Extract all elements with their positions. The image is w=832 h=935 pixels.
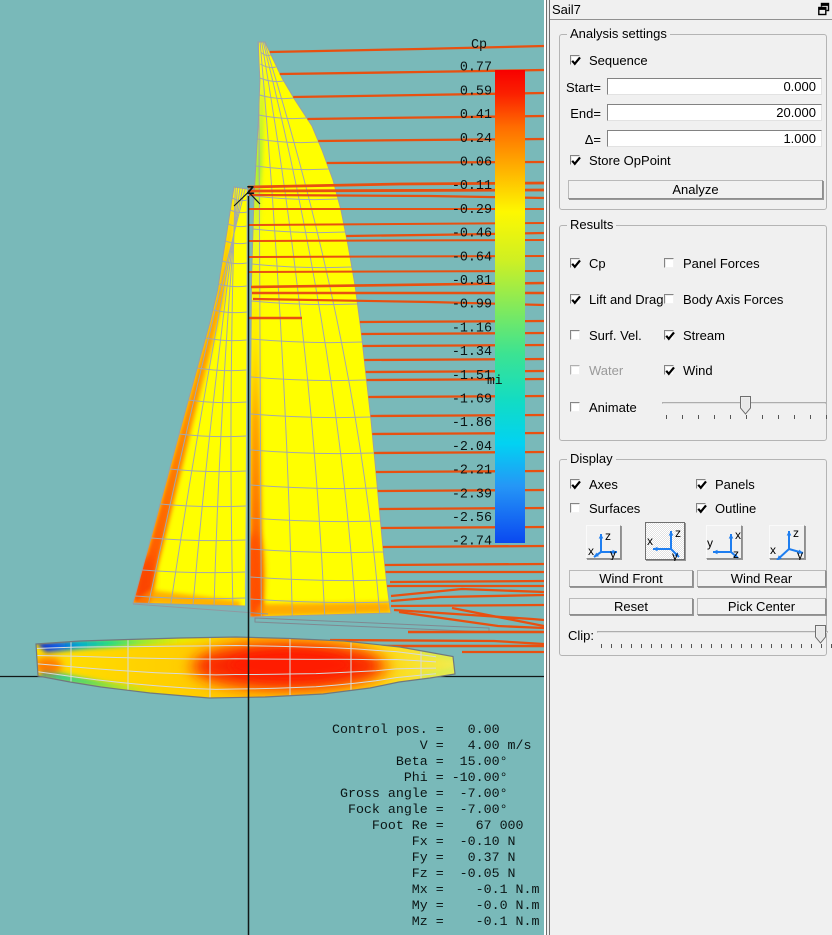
svg-text:y: y: [610, 547, 616, 560]
svg-text:-1.69: -1.69: [452, 393, 492, 408]
svg-text:-1.51: -1.51: [452, 369, 492, 384]
svg-text:-1.16: -1.16: [452, 321, 492, 336]
svg-text:-0.81: -0.81: [452, 274, 492, 289]
svg-text:x: x: [735, 528, 741, 542]
svg-text:0.59: 0.59: [460, 84, 492, 99]
svg-text:-1.34: -1.34: [452, 345, 492, 360]
svg-text:0.77: 0.77: [460, 61, 492, 76]
svg-text:Cp: Cp: [471, 38, 487, 53]
svg-text:-2.21: -2.21: [452, 464, 492, 479]
svg-text:-0.64: -0.64: [452, 250, 492, 265]
svg-text:0.06: 0.06: [460, 156, 492, 171]
svg-text:y: y: [707, 536, 713, 550]
svg-text:-0.99: -0.99: [452, 298, 492, 313]
svg-text:-2.39: -2.39: [452, 487, 492, 502]
svg-text:-2.74: -2.74: [452, 535, 492, 550]
svg-text:z: z: [733, 547, 739, 560]
svg-text:mi: mi: [487, 373, 503, 388]
svg-text:x: x: [647, 534, 653, 548]
svg-text:-0.46: -0.46: [452, 227, 492, 242]
svg-text:0.24: 0.24: [460, 132, 492, 147]
svg-text:y: y: [797, 548, 803, 560]
svg-text:-1.86: -1.86: [452, 416, 492, 431]
svg-text:-0.29: -0.29: [452, 203, 492, 218]
svg-text:z: z: [793, 526, 799, 540]
svg-text:z: z: [246, 182, 255, 199]
svg-text:-0.11: -0.11: [452, 179, 492, 194]
svg-text:x: x: [770, 543, 776, 557]
svg-text:x: x: [588, 544, 594, 558]
svg-text:0.41: 0.41: [460, 108, 492, 123]
svg-text:z: z: [605, 529, 611, 543]
svg-text:y: y: [672, 549, 678, 561]
svg-text:-2.56: -2.56: [452, 511, 492, 526]
svg-text:z: z: [675, 526, 681, 540]
svg-text:-2.04: -2.04: [452, 440, 492, 455]
